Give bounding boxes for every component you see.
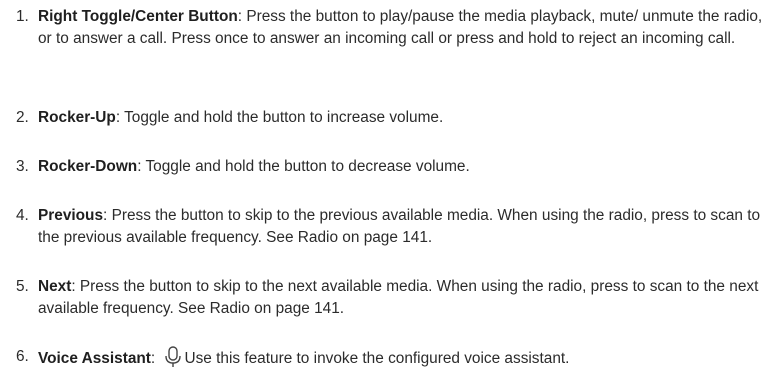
item-description: : Toggle and hold the button to increase…	[115, 109, 444, 126]
item-number: 1.	[16, 8, 29, 25]
item-term: Previous	[38, 207, 104, 224]
item-description: : Press the button to skip to the previo…	[38, 207, 761, 246]
item-text: Next: Press the button to skip to the ne…	[38, 276, 775, 320]
item-term: Right Toggle/Center Button	[38, 8, 238, 25]
item-text: Voice Assistant: Use this feature to inv…	[38, 346, 775, 370]
item-term-colon: :	[150, 350, 160, 367]
item-text: Previous: Press the button to skip to th…	[38, 205, 775, 249]
item-text: Rocker-Up: Toggle and hold the button to…	[38, 107, 775, 129]
item-description: Use this feature to invoke the configure…	[184, 350, 570, 367]
item-term: Rocker-Down	[38, 158, 138, 175]
microphone-icon	[163, 346, 183, 368]
item-term: Next	[38, 278, 72, 295]
item-text: Rocker-Down: Toggle and hold the button …	[38, 156, 775, 178]
item-description: : Toggle and hold the button to decrease…	[137, 158, 470, 175]
item-number: 3.	[16, 158, 29, 175]
item-number: 4.	[16, 207, 29, 224]
item-number: 5.	[16, 278, 29, 295]
item-number: 2.	[16, 109, 29, 126]
steering-controls-list: 1. Right Toggle/Center Button: Press the…	[0, 0, 777, 376]
item-number: 6.	[16, 348, 29, 365]
item-term: Rocker-Up	[38, 109, 116, 126]
item-text: Right Toggle/Center Button: Press the bu…	[38, 6, 775, 50]
item-term: Voice Assistant	[38, 350, 151, 367]
item-description: : Press the button to skip to the next a…	[38, 278, 759, 317]
